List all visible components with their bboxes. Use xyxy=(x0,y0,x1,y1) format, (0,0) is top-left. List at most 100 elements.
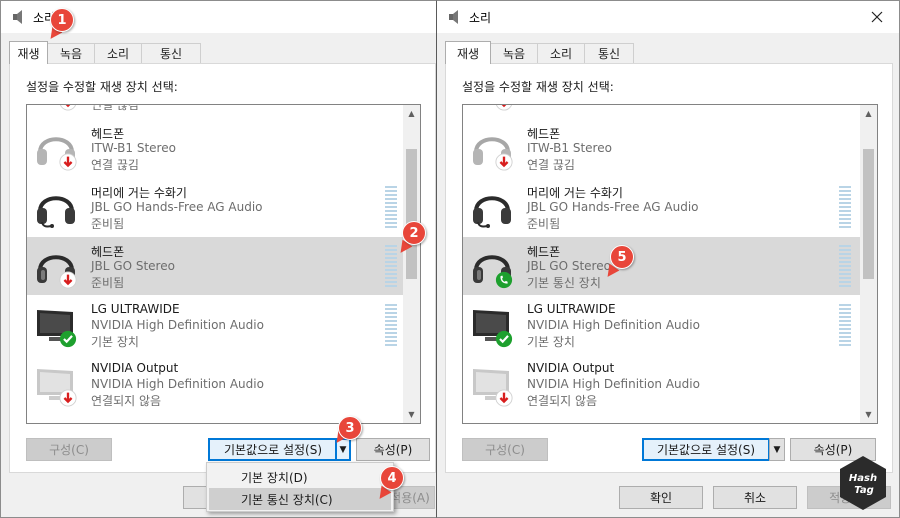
disconnected-badge-icon xyxy=(59,389,77,407)
list-item[interactable]: 머리에 거는 수화기 JBL GO Hands-Free AG Audio 준비… xyxy=(463,178,862,236)
device-status: 준비됨 xyxy=(91,217,125,231)
chevron-down-icon: ▼ xyxy=(773,444,781,455)
list-item[interactable]: 연결 끊김 xyxy=(27,104,405,117)
window-title: 소리 xyxy=(469,11,492,25)
set-default-menu: 기본 장치(D) 기본 통신 장치(C) xyxy=(206,462,394,512)
device-driver: JBL GO Stereo xyxy=(527,259,611,273)
device-status: 기본 장치 xyxy=(91,335,139,349)
instruction-label: 설정을 수정할 재생 장치 선택: xyxy=(462,80,614,94)
default-check-icon xyxy=(59,330,77,348)
set-default-button[interactable]: 기본값으로 설정(S) xyxy=(642,438,770,461)
list-item[interactable]: NVIDIA Output NVIDIA High Definition Aud… xyxy=(27,355,405,413)
device-status: 준비됨 xyxy=(91,276,125,290)
device-status: 연결되지 않음 xyxy=(527,394,598,408)
device-driver: ITW-B1 Stereo xyxy=(527,141,612,155)
list-item-selected[interactable]: 헤드폰 JBL GO Stereo 기본 통신 장치 xyxy=(463,237,862,295)
tab-communications[interactable]: 통신 xyxy=(584,43,634,63)
device-name: 머리에 거는 수화기 xyxy=(91,186,187,200)
device-name: 헤드폰 xyxy=(527,127,561,141)
scroll-down-icon[interactable]: ▼ xyxy=(860,406,877,423)
tab-sounds[interactable]: 소리 xyxy=(537,43,585,63)
cancel-button[interactable]: 취소 xyxy=(713,486,797,509)
playback-panel: 설정을 수정할 재생 장치 선택: 헤드폰 ITW-B1 Stereo 연결 끊… xyxy=(445,63,893,473)
device-status: 기본 통신 장치 xyxy=(527,276,601,290)
menu-item-default-communication-device[interactable]: 기본 통신 장치(C) xyxy=(209,488,391,510)
device-name: LG ULTRAWIDE xyxy=(527,302,616,316)
device-name: 헤드폰 xyxy=(91,245,125,259)
sound-dialog-right: 소리 재생 녹음 소리 통신 설정을 수정할 재생 장치 선택: 헤드폰 ITW… xyxy=(436,0,900,518)
device-driver: ITW-B1 Stereo xyxy=(91,141,176,155)
step-badge-4: 4 xyxy=(380,466,404,490)
tab-recording[interactable]: 녹음 xyxy=(490,43,538,63)
configure-button[interactable]: 구성(C) xyxy=(26,438,112,461)
tab-communications[interactable]: 통신 xyxy=(141,43,201,63)
device-list[interactable]: 연결 끊김 헤드폰 ITW-B1 Stereo 연결 끊김 머리에 거는 수화기… xyxy=(26,104,421,424)
disconnected-badge-icon xyxy=(495,389,513,407)
properties-button[interactable]: 속성(P) xyxy=(356,438,430,461)
list-item[interactable]: LG ULTRAWIDE NVIDIA High Definition Audi… xyxy=(463,296,862,354)
device-status: 연결 끊김 xyxy=(91,104,139,112)
vertical-scrollbar[interactable]: ▲ ▼ xyxy=(403,105,420,423)
list-item[interactable]: NVIDIA Output NVIDIA High Definition Aud… xyxy=(463,355,862,413)
device-list[interactable]: 헤드폰 ITW-B1 Stereo 연결 끊김 머리에 거는 수화기 JBL G… xyxy=(462,104,878,424)
logo-text-line1: Hash xyxy=(849,473,877,484)
device-status: 연결 끊김 xyxy=(527,158,575,172)
device-driver: JBL GO Stereo xyxy=(91,259,175,273)
volume-meter xyxy=(385,186,397,230)
tab-sounds[interactable]: 소리 xyxy=(94,43,142,63)
ok-button[interactable]: 확인 xyxy=(619,486,703,509)
disconnected-badge-icon xyxy=(495,104,513,111)
title-bar: 소리 xyxy=(437,1,899,33)
step-badge-1: 1 xyxy=(50,8,74,32)
list-item[interactable] xyxy=(463,104,862,117)
device-driver: NVIDIA High Definition Audio xyxy=(527,377,700,391)
list-item-selected[interactable]: 헤드폰 JBL GO Stereo 준비됨 xyxy=(27,237,405,295)
tab-playback[interactable]: 재생 xyxy=(445,41,491,64)
device-status: 준비됨 xyxy=(527,217,561,231)
set-default-dropdown-arrow[interactable]: ▼ xyxy=(769,438,785,461)
scroll-up-icon[interactable]: ▲ xyxy=(403,105,420,122)
disconnected-badge-icon xyxy=(59,153,77,171)
list-item[interactable]: 머리에 거는 수화기 JBL GO Hands-Free AG Audio 준비… xyxy=(27,178,405,236)
device-name: 머리에 거는 수화기 xyxy=(527,186,623,200)
device-status: 기본 장치 xyxy=(527,335,575,349)
scroll-up-icon[interactable]: ▲ xyxy=(860,105,877,122)
list-item[interactable]: 헤드폰 ITW-B1 Stereo 연결 끊김 xyxy=(27,119,405,177)
device-driver: JBL GO Hands-Free AG Audio xyxy=(527,200,699,214)
set-default-button[interactable]: 기본값으로 설정(S) xyxy=(208,438,338,461)
step-badge-2: 2 xyxy=(402,221,426,245)
device-name: NVIDIA Output xyxy=(91,361,179,375)
list-item[interactable]: LG ULTRAWIDE NVIDIA High Definition Audi… xyxy=(27,296,405,354)
tab-recording[interactable]: 녹음 xyxy=(47,43,95,63)
list-item[interactable]: 헤드폰 ITW-B1 Stereo 연결 끊김 xyxy=(463,119,862,177)
disconnected-badge-icon xyxy=(495,153,513,171)
configure-button[interactable]: 구성(C) xyxy=(462,438,548,461)
tab-playback[interactable]: 재생 xyxy=(9,41,48,64)
step-badge-3: 3 xyxy=(338,416,362,440)
communication-phone-icon xyxy=(495,271,513,289)
headset-icon xyxy=(33,184,79,230)
scroll-thumb[interactable] xyxy=(863,149,874,279)
volume-meter xyxy=(839,245,851,289)
close-icon xyxy=(871,11,883,23)
sound-dialog-left: 소리 재생 녹음 소리 통신 설정을 수정할 재생 장치 선택: 연결 끊김 헤… xyxy=(0,0,437,518)
scroll-down-icon[interactable]: ▼ xyxy=(403,406,420,423)
device-driver: NVIDIA High Definition Audio xyxy=(91,318,264,332)
volume-meter xyxy=(385,304,397,348)
volume-meter xyxy=(839,304,851,348)
device-driver: NVIDIA High Definition Audio xyxy=(527,318,700,332)
step-badge-5: 5 xyxy=(610,245,634,269)
volume-meter xyxy=(385,245,397,289)
hashtag-logo: Hash Tag xyxy=(840,456,886,510)
close-button[interactable] xyxy=(855,1,899,33)
device-name: 헤드폰 xyxy=(91,127,125,141)
speaker-icon xyxy=(449,10,458,24)
device-driver: NVIDIA High Definition Audio xyxy=(91,377,264,391)
default-check-icon xyxy=(495,330,513,348)
menu-item-default-device[interactable]: 기본 장치(D) xyxy=(209,466,391,488)
playback-panel: 설정을 수정할 재생 장치 선택: 연결 끊김 헤드폰 ITW-B1 Stere… xyxy=(9,63,436,473)
speaker-icon xyxy=(13,10,22,24)
disconnected-badge-icon xyxy=(59,104,77,111)
vertical-scrollbar[interactable]: ▲ ▼ xyxy=(860,105,877,423)
scroll-thumb[interactable] xyxy=(406,149,417,279)
